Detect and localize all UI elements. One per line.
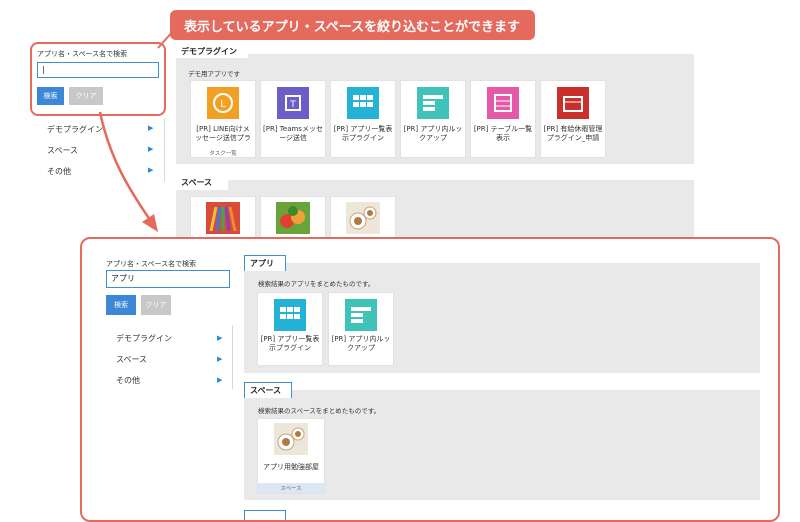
- demo-section-desc: デモ用アプリです: [188, 70, 240, 78]
- app-card-title: [PR] LINE向けメッセージ送信プラ: [195, 125, 251, 142]
- calendar-icon: [557, 87, 589, 119]
- callout-banner: 表示しているアプリ・スペースを絞り込むことができます: [170, 10, 535, 40]
- space-card[interactable]: [330, 196, 396, 240]
- grid-app-icon: [274, 299, 306, 331]
- space-card-title: アプリ用勉強部屋: [263, 463, 319, 471]
- svg-text:T: T: [289, 100, 296, 110]
- app-card-title: [PR] アプリ内ルックアップ: [403, 125, 463, 142]
- pencils-thumb: [206, 202, 240, 234]
- app-card-title: [PR] アプリ一覧表示プラグイン: [333, 125, 393, 142]
- apps-section-desc: 検索結果のアプリをまとめたものです。: [258, 280, 375, 288]
- search-input[interactable]: アプリ: [106, 270, 230, 288]
- clear-button[interactable]: クリア: [69, 87, 103, 105]
- svg-text:L: L: [220, 99, 226, 110]
- app-card[interactable]: T [PR] Teamsメッセージ送信: [260, 80, 326, 158]
- search-label: アプリ名・スペース名で検索: [37, 50, 128, 58]
- next-section-tab: [244, 510, 286, 520]
- chevron-right-icon: ▶: [217, 334, 223, 342]
- app-card-title: [PR] テーブル一覧表示: [473, 125, 533, 142]
- app-card-title: [PR] アプリ内ルックアップ: [331, 335, 391, 352]
- chevron-right-icon: ▶: [217, 376, 223, 384]
- search-label: アプリ名・スペース名で検索: [106, 260, 197, 268]
- coffee-thumb: [346, 202, 380, 234]
- nav-item-space[interactable]: スペース: [47, 145, 78, 156]
- coffee-thumb: [274, 423, 308, 455]
- arrow-icon: [98, 111, 158, 232]
- app-card-title: [PR] アプリ一覧表示プラグイン: [260, 335, 320, 352]
- space-card[interactable]: アプリ用勉強部屋 スペース: [257, 418, 325, 494]
- search-button[interactable]: 検索: [37, 87, 64, 105]
- nav-item-other[interactable]: その他: [116, 375, 140, 386]
- app-card[interactable]: [PR] 有給休暇管理プラグイン_申請: [540, 80, 606, 158]
- teams-icon: T: [277, 87, 309, 119]
- nav-item-space[interactable]: スペース: [116, 354, 147, 365]
- clock-icon: L: [207, 87, 239, 119]
- search-button[interactable]: 検索: [106, 295, 136, 315]
- grid-app-icon: [347, 87, 379, 119]
- nav-item-other[interactable]: その他: [47, 166, 71, 177]
- space-section-title: スペース: [176, 174, 228, 190]
- app-card-title: [PR] 有給休暇管理プラグイン_申請: [543, 125, 603, 142]
- space-card-foot: スペース: [258, 483, 324, 493]
- app-card[interactable]: [PR] アプリ一覧表示プラグイン: [330, 80, 396, 158]
- chevron-right-icon: ▶: [217, 355, 223, 363]
- space-section-desc: 検索結果のスペースをまとめたものです。: [258, 407, 381, 415]
- search-input[interactable]: |: [37, 62, 159, 78]
- app-card-foot: タスク一覧: [209, 150, 237, 157]
- table-icon: [487, 87, 519, 119]
- demo-section-title: デモプラグイン: [176, 44, 248, 58]
- app-card[interactable]: [PR] アプリ内ルックアップ: [328, 292, 394, 366]
- space-card[interactable]: [190, 196, 256, 240]
- space-card[interactable]: [260, 196, 326, 240]
- clear-button[interactable]: クリア: [141, 295, 171, 315]
- app-card[interactable]: [PR] テーブル一覧表示: [470, 80, 536, 158]
- space-section-title: スペース: [244, 382, 292, 398]
- nav-item-demo[interactable]: デモプラグイン: [116, 333, 172, 344]
- apps-section-title: アプリ: [244, 255, 286, 271]
- lookup-icon: [417, 87, 449, 119]
- vegetables-thumb: [276, 202, 310, 234]
- sidebar-divider: [232, 325, 233, 389]
- app-card[interactable]: L [PR] LINE向けメッセージ送信プラ タスク一覧: [190, 80, 256, 158]
- app-card[interactable]: [PR] アプリ一覧表示プラグイン: [257, 292, 323, 366]
- app-card-title: [PR] Teamsメッセージ送信: [263, 125, 323, 142]
- lookup-icon: [345, 299, 377, 331]
- app-card[interactable]: [PR] アプリ内ルックアップ: [400, 80, 466, 158]
